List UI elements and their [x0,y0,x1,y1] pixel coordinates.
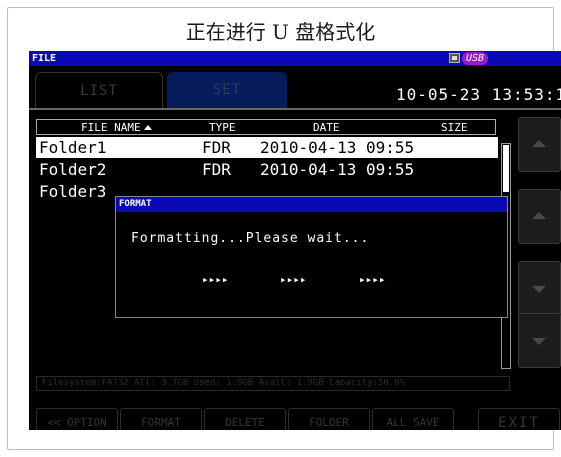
column-header-name-label: FILE NAME [81,121,141,134]
table-row[interactable]: Folder2 FDR 2010-04-13 09:55 [36,159,498,180]
sort-ascending-icon [143,125,152,130]
scrollbar-thumb[interactable] [503,145,509,192]
clock: 10-05-23 13:53:15 [396,85,561,104]
usb-icon [449,53,460,63]
file-name: Folder2 [39,160,107,179]
tab-list[interactable]: LIST [35,72,163,108]
usb-badge: USB [462,52,489,65]
scroll-down-button[interactable] [518,313,561,368]
filesystem-status: Filesystem:FAT32 All: 3.7GB Used: 1.9GB … [36,376,510,391]
all-save-button[interactable]: ALL SAVE [372,408,454,430]
file-table-header: FILE NAME TYPE DATE SIZE [36,119,496,135]
delete-button[interactable]: DELETE [204,408,286,430]
caption: 正在进行 U 盘格式化 [185,20,376,44]
folder-button[interactable]: FOLDER [288,408,370,430]
page-up-icon [532,212,546,219]
format-button[interactable]: FORMAT [120,408,202,430]
scroll-up-button[interactable] [518,117,561,172]
file-type: FDR [202,138,231,157]
file-name: Folder1 [39,138,107,157]
option-button[interactable]: << OPTION [36,408,118,430]
dialog-message: Formatting...Please wait... [131,231,370,246]
table-row[interactable]: Folder1 FDR 2010-04-13 09:55 [36,137,498,158]
file-name: Folder3 [39,182,107,201]
page-down-icon [532,286,546,293]
column-header-date[interactable]: DATE [313,121,340,134]
file-type: FDR [202,160,231,179]
page-down-button[interactable] [518,261,561,316]
title-bar: FILE USB [29,51,561,66]
exit-button[interactable]: EXIT [478,408,560,430]
progress-arrows: ▸▸▸▸ [359,273,386,286]
scroll-down-icon [532,338,546,345]
page-up-button[interactable] [518,189,561,244]
column-header-type[interactable]: TYPE [209,121,236,134]
column-header-name[interactable]: FILE NAME [81,121,152,134]
file-date: 2010-04-13 09:55 [260,160,415,179]
file-date: 2010-04-13 09:55 [260,138,415,157]
tab-baseline [29,108,561,110]
format-dialog: FORMAT Formatting...Please wait... ▸▸▸▸ … [115,196,508,318]
dialog-title: FORMAT [119,199,152,209]
device-screen: FILE USB LIST SET 10-05-23 13:53:15 FILE… [29,51,561,430]
tab-set[interactable]: SET [167,72,287,108]
progress-arrows: ▸▸▸▸ [280,273,307,286]
progress-arrows: ▸▸▸▸ [202,273,229,286]
dialog-title-bar: FORMAT [116,197,507,212]
column-header-size[interactable]: SIZE [441,121,468,134]
window-title: FILE [32,53,57,64]
scroll-up-icon [532,140,546,147]
